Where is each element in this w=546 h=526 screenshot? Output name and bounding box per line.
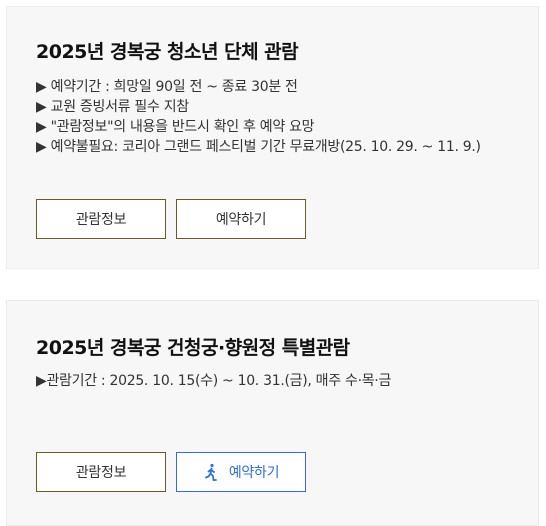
program-card-youth-group: 2025년 경복궁 청소년 단체 관람 ▶ 예약기간 : 희망일 90일 전 ~… [6, 6, 539, 269]
info-teacher-documents: ▶ 교원 증빙서류 필수 지참 [36, 99, 189, 115]
card-title: 2025년 경복궁 건청궁·향원정 특별관람 [36, 337, 350, 359]
info-viewing-period: ▶관람기간 : 2025. 10. 15(수) ~ 10. 31.(금), 매주… [36, 373, 392, 389]
viewing-info-button[interactable]: 관람정보 [36, 452, 166, 492]
info-no-reservation-needed: ▶ 예약불필요: 코리아 그랜드 페스티벌 기간 무료개방(25. 10. 29… [36, 139, 481, 155]
card-info-list: ▶ 예약기간 : 희망일 90일 전 ~ 종료 30분 전 ▶ 교원 증빙서류 … [36, 77, 518, 157]
info-check-notice: ▶ "관람정보"의 내용을 반드시 확인 후 예약 요망 [36, 119, 315, 135]
viewing-info-label: 관람정보 [75, 465, 127, 481]
program-card-special-viewing: 2025년 경복궁 건청궁·향원정 특별관람 ▶관람기간 : 2025. 10.… [6, 300, 539, 526]
info-reservation-period: ▶ 예약기간 : 희망일 90일 전 ~ 종료 30분 전 [36, 79, 298, 95]
reserve-label: 예약하기 [228, 465, 280, 481]
reserve-button[interactable]: 예약하기 [176, 452, 306, 492]
card-title: 2025년 경복궁 청소년 단체 관람 [36, 41, 299, 63]
viewing-info-button[interactable]: 관람정보 [36, 199, 166, 239]
viewing-info-label: 관람정보 [75, 212, 127, 228]
reserve-button[interactable]: 예약하기 [176, 199, 306, 239]
card-info-list: ▶관람기간 : 2025. 10. 15(수) ~ 10. 31.(금), 매주… [36, 371, 518, 391]
walking-person-icon [203, 463, 219, 481]
reserve-label: 예약하기 [215, 212, 267, 228]
